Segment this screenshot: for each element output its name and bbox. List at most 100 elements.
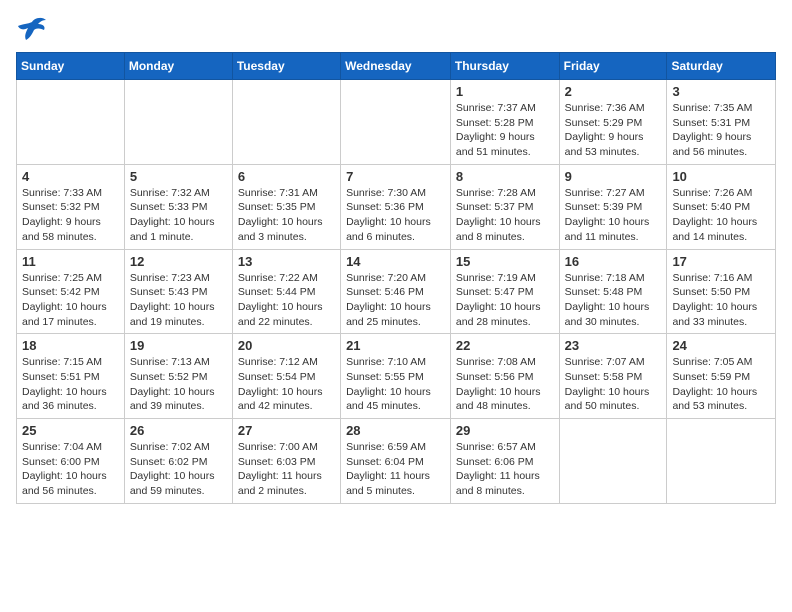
day-number: 12: [130, 254, 227, 269]
day-info: Sunrise: 7:22 AM Sunset: 5:44 PM Dayligh…: [238, 271, 335, 330]
calendar-cell: 8 Sunrise: 7:28 AM Sunset: 5:37 PM Daylig…: [450, 164, 559, 249]
calendar-cell: 21 Sunrise: 7:10 AM Sunset: 5:55 PM Dayli…: [341, 334, 451, 419]
day-info: Sunrise: 7:36 AM Sunset: 5:29 PM Dayligh…: [565, 101, 662, 160]
calendar-cell: 23Sunrise: 7:07 AM Sunset: 5:58 PM Dayli…: [559, 334, 667, 419]
day-number: 4: [22, 169, 119, 184]
day-info: Sunrise: 7:05 AM Sunset: 5:59 PM Dayligh…: [672, 355, 770, 414]
calendar-cell: 6 Sunrise: 7:31 AM Sunset: 5:35 PM Daylig…: [232, 164, 340, 249]
day-info: Sunrise: 7:31 AM Sunset: 5:35 PM Dayligh…: [238, 186, 335, 245]
logo-icon: [16, 16, 48, 44]
day-number: 17: [672, 254, 770, 269]
calendar-cell: 2 Sunrise: 7:36 AM Sunset: 5:29 PM Daylig…: [559, 80, 667, 165]
calendar-cell: 15 Sunrise: 7:19 AM Sunset: 5:47 PM Dayli…: [450, 249, 559, 334]
calendar-cell: 20 Sunrise: 7:12 AM Sunset: 5:54 PM Dayli…: [232, 334, 340, 419]
calendar-cell: 5 Sunrise: 7:32 AM Sunset: 5:33 PM Daylig…: [124, 164, 232, 249]
day-number: 15: [456, 254, 554, 269]
calendar-cell: [667, 419, 776, 504]
day-info: Sunrise: 7:08 AM Sunset: 5:56 PM Dayligh…: [456, 355, 554, 414]
day-info: Sunrise: 7:27 AM Sunset: 5:39 PM Dayligh…: [565, 186, 662, 245]
calendar-cell: 22 Sunrise: 7:08 AM Sunset: 5:56 PM Dayli…: [450, 334, 559, 419]
calendar-cell: 16 Sunrise: 7:18 AM Sunset: 5:48 PM Dayli…: [559, 249, 667, 334]
calendar-cell: 25Sunrise: 7:04 AM Sunset: 6:00 PM Dayli…: [17, 419, 125, 504]
day-number: 1: [456, 84, 554, 99]
calendar-cell: 18Sunrise: 7:15 AM Sunset: 5:51 PM Dayli…: [17, 334, 125, 419]
day-number: 2: [565, 84, 662, 99]
day-info: Sunrise: 7:30 AM Sunset: 5:36 PM Dayligh…: [346, 186, 445, 245]
calendar-cell: 14 Sunrise: 7:20 AM Sunset: 5:46 PM Dayli…: [341, 249, 451, 334]
weekday-header: Friday: [559, 53, 667, 80]
calendar-week-row: 18Sunrise: 7:15 AM Sunset: 5:51 PM Dayli…: [17, 334, 776, 419]
day-info: Sunrise: 7:15 AM Sunset: 5:51 PM Dayligh…: [22, 355, 119, 414]
day-number: 20: [238, 338, 335, 353]
day-number: 19: [130, 338, 227, 353]
calendar-header-row: SundayMondayTuesdayWednesdayThursdayFrid…: [17, 53, 776, 80]
day-number: 11: [22, 254, 119, 269]
day-number: 5: [130, 169, 227, 184]
day-info: Sunrise: 7:13 AM Sunset: 5:52 PM Dayligh…: [130, 355, 227, 414]
day-info: Sunrise: 7:28 AM Sunset: 5:37 PM Dayligh…: [456, 186, 554, 245]
day-info: Sunrise: 7:18 AM Sunset: 5:48 PM Dayligh…: [565, 271, 662, 330]
day-number: 10: [672, 169, 770, 184]
day-info: Sunrise: 7:35 AM Sunset: 5:31 PM Dayligh…: [672, 101, 770, 160]
day-info: Sunrise: 7:12 AM Sunset: 5:54 PM Dayligh…: [238, 355, 335, 414]
day-number: 9: [565, 169, 662, 184]
day-number: 13: [238, 254, 335, 269]
calendar-cell: 9 Sunrise: 7:27 AM Sunset: 5:39 PM Daylig…: [559, 164, 667, 249]
day-info: Sunrise: 7:20 AM Sunset: 5:46 PM Dayligh…: [346, 271, 445, 330]
calendar-cell: 3 Sunrise: 7:35 AM Sunset: 5:31 PM Daylig…: [667, 80, 776, 165]
day-number: 6: [238, 169, 335, 184]
calendar-cell: 17 Sunrise: 7:16 AM Sunset: 5:50 PM Dayli…: [667, 249, 776, 334]
weekday-header: Wednesday: [341, 53, 451, 80]
calendar-cell: 27Sunrise: 7:00 AM Sunset: 6:03 PM Dayli…: [232, 419, 340, 504]
weekday-header: Sunday: [17, 53, 125, 80]
day-info: Sunrise: 7:04 AM Sunset: 6:00 PM Dayligh…: [22, 440, 119, 499]
calendar-cell: 4 Sunrise: 7:33 AM Sunset: 5:32 PM Daylig…: [17, 164, 125, 249]
calendar-cell: [341, 80, 451, 165]
day-number: 14: [346, 254, 445, 269]
calendar-cell: 13 Sunrise: 7:22 AM Sunset: 5:44 PM Dayli…: [232, 249, 340, 334]
weekday-header: Saturday: [667, 53, 776, 80]
day-number: 22: [456, 338, 554, 353]
day-info: Sunrise: 7:02 AM Sunset: 6:02 PM Dayligh…: [130, 440, 227, 499]
page-header: [16, 16, 776, 44]
day-number: 3: [672, 84, 770, 99]
day-info: Sunrise: 7:25 AM Sunset: 5:42 PM Dayligh…: [22, 271, 119, 330]
day-number: 26: [130, 423, 227, 438]
day-info: Sunrise: 7:07 AM Sunset: 5:58 PM Dayligh…: [565, 355, 662, 414]
day-info: Sunrise: 7:33 AM Sunset: 5:32 PM Dayligh…: [22, 186, 119, 245]
day-info: Sunrise: 7:19 AM Sunset: 5:47 PM Dayligh…: [456, 271, 554, 330]
logo: [16, 16, 52, 44]
calendar-cell: 11 Sunrise: 7:25 AM Sunset: 5:42 PM Dayli…: [17, 249, 125, 334]
calendar-cell: [232, 80, 340, 165]
day-number: 21: [346, 338, 445, 353]
calendar-week-row: 1Sunrise: 7:37 AM Sunset: 5:28 PM Daylig…: [17, 80, 776, 165]
day-info: Sunrise: 7:10 AM Sunset: 5:55 PM Dayligh…: [346, 355, 445, 414]
day-info: Sunrise: 6:59 AM Sunset: 6:04 PM Dayligh…: [346, 440, 445, 499]
calendar-cell: 1Sunrise: 7:37 AM Sunset: 5:28 PM Daylig…: [450, 80, 559, 165]
calendar-week-row: 11 Sunrise: 7:25 AM Sunset: 5:42 PM Dayli…: [17, 249, 776, 334]
calendar-cell: [124, 80, 232, 165]
weekday-header: Monday: [124, 53, 232, 80]
day-info: Sunrise: 7:32 AM Sunset: 5:33 PM Dayligh…: [130, 186, 227, 245]
calendar-cell: [17, 80, 125, 165]
day-number: 28: [346, 423, 445, 438]
day-number: 29: [456, 423, 554, 438]
day-info: Sunrise: 7:26 AM Sunset: 5:40 PM Dayligh…: [672, 186, 770, 245]
calendar-cell: [559, 419, 667, 504]
day-number: 8: [456, 169, 554, 184]
calendar-cell: 12 Sunrise: 7:23 AM Sunset: 5:43 PM Dayli…: [124, 249, 232, 334]
calendar-cell: 29 Sunrise: 6:57 AM Sunset: 6:06 PM Dayli…: [450, 419, 559, 504]
day-info: Sunrise: 7:16 AM Sunset: 5:50 PM Dayligh…: [672, 271, 770, 330]
calendar-week-row: 4 Sunrise: 7:33 AM Sunset: 5:32 PM Daylig…: [17, 164, 776, 249]
calendar-cell: 24Sunrise: 7:05 AM Sunset: 5:59 PM Dayli…: [667, 334, 776, 419]
calendar-cell: 26 Sunrise: 7:02 AM Sunset: 6:02 PM Dayli…: [124, 419, 232, 504]
day-info: Sunrise: 7:23 AM Sunset: 5:43 PM Dayligh…: [130, 271, 227, 330]
calendar-cell: 10 Sunrise: 7:26 AM Sunset: 5:40 PM Dayli…: [667, 164, 776, 249]
calendar-cell: 28 Sunrise: 6:59 AM Sunset: 6:04 PM Dayli…: [341, 419, 451, 504]
day-info: Sunrise: 7:00 AM Sunset: 6:03 PM Dayligh…: [238, 440, 335, 499]
day-number: 7: [346, 169, 445, 184]
day-info: Sunrise: 6:57 AM Sunset: 6:06 PM Dayligh…: [456, 440, 554, 499]
calendar-table: SundayMondayTuesdayWednesdayThursdayFrid…: [16, 52, 776, 504]
calendar-week-row: 25Sunrise: 7:04 AM Sunset: 6:00 PM Dayli…: [17, 419, 776, 504]
day-number: 16: [565, 254, 662, 269]
